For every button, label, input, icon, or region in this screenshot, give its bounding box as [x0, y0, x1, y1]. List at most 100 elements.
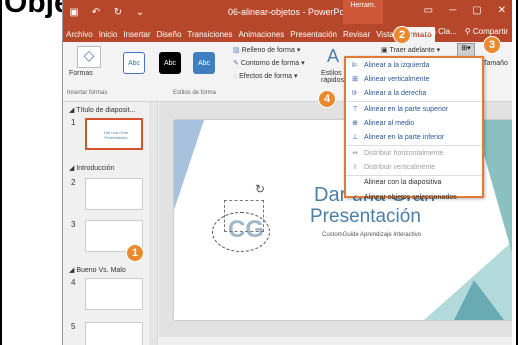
shape-fill-button[interactable]: ▨ Relleno de forma ▾: [233, 46, 300, 54]
shapes-label: Formas: [69, 70, 93, 77]
shape-styles-group-label: Estilos de forma: [173, 90, 217, 96]
rotate-handle-icon[interactable]: ↻: [255, 182, 265, 196]
slide-number: 3: [71, 220, 76, 229]
align-right-icon: ⊪: [351, 90, 359, 97]
align-menu-item-2[interactable]: ⊪ Alinear a la derecha: [350, 89, 426, 98]
section-title-slide[interactable]: ◢ Título de diaposit...: [69, 106, 135, 114]
align-menu-item-label: Alinear en la parte superior: [364, 105, 449, 113]
tab-insertar[interactable]: Insertar: [120, 27, 153, 42]
slide-thumbnails-pane: ◢ Título de diaposit... 1 Dar una Gran P…: [63, 102, 158, 345]
person-icon: ⚲: [464, 27, 471, 36]
section-label: Título de diaposit...: [76, 107, 136, 114]
step-badge-1: 1: [126, 244, 144, 262]
shape-effects-label: Efectos de forma: [239, 73, 293, 80]
tab-inicio[interactable]: Inicio: [96, 27, 121, 42]
align-menu-item-6: ⇹ Distribuir horizontalmente: [350, 149, 444, 158]
thumbnails-scrollbar[interactable]: [149, 102, 157, 345]
slide-thumbnail-1[interactable]: Dar una Gran Presentación: [85, 118, 143, 150]
style-swatch-black[interactable]: Abc: [159, 52, 181, 74]
tab-animaciones[interactable]: Animaciones: [235, 27, 287, 42]
align-menu-item-label: Alinear con la diapositiva: [364, 179, 442, 186]
align-menu-item-label: Alinear a la izquierda: [364, 61, 430, 69]
slide-subtitle[interactable]: CustomGuide Aprendizaje Interactivo: [322, 232, 421, 238]
share-button[interactable]: ⚲ Compartir: [465, 27, 508, 36]
account-area: 💡Kayla Cla...⚲ Compartir: [398, 27, 508, 36]
align-center-v-icon: ⊞: [352, 76, 358, 83]
step-badge-2: 2: [393, 26, 411, 44]
selected-logo-frame[interactable]: [224, 200, 264, 232]
redo-icon[interactable]: ↻: [107, 7, 129, 18]
align-menu-item-label: Distribuir horizontalmente: [364, 149, 444, 157]
align-left-icon: ⊫: [351, 62, 359, 69]
undo-icon[interactable]: ↶: [85, 7, 107, 18]
align-menu-item-label: Alinear objetos seleccionados: [364, 193, 457, 201]
shapes-icon[interactable]: ◇: [77, 46, 101, 68]
section-introduction[interactable]: ◢ Introducción: [69, 164, 114, 172]
shape-fill-label: Relleno de forma: [241, 47, 295, 54]
slide-number: 2: [71, 178, 76, 187]
shape-outline-button[interactable]: ✎ Contorno de forma ▾: [233, 59, 305, 67]
menu-separator: [346, 145, 482, 146]
bring-forward-label: Traer adelante: [389, 47, 435, 54]
pen-icon: ✎: [233, 60, 239, 67]
bring-forward-button[interactable]: ▣ Traer adelante ▾: [381, 46, 440, 54]
user-name[interactable]: Kayla Cla...: [416, 27, 457, 36]
restore-button[interactable]: ▢: [472, 5, 481, 16]
minimize-button[interactable]: ─: [449, 5, 456, 16]
drawing-tools-tag: Herram.: [343, 0, 383, 24]
size-button[interactable]: Tamaño: [483, 60, 508, 67]
step-badge-4: 4: [318, 90, 336, 108]
frame-left-border: [0, 0, 2, 345]
thumb-title: Dar una Gran Presentación: [103, 130, 129, 140]
shape-outline-label: Contorno de forma: [240, 60, 300, 67]
section-good-vs-bad[interactable]: ◢ Bueno Vs. Malo: [69, 266, 126, 274]
tab-revisar[interactable]: Revisar: [340, 27, 373, 42]
slide-thumbnail-4[interactable]: [85, 278, 143, 310]
slide-number: 4: [71, 278, 76, 287]
section-label: Bueno Vs. Malo: [76, 267, 126, 274]
align-menu-item-0[interactable]: ⊫ Alinear a la izquierda: [350, 61, 430, 70]
align-menu-item-9[interactable]: ✓ Alinear objetos seleccionados: [350, 193, 457, 202]
ribbon-tabs: Archivo Inicio Insertar Diseño Transiciones A…: [63, 24, 512, 42]
window-title: 06-alinear-objetos - PowerPoint: [228, 7, 355, 17]
align-menu-item-1[interactable]: ⊞ Alinear verticalmente: [350, 75, 429, 84]
align-menu-item-7: ⇳ Distribuir verticalmente: [350, 163, 435, 172]
slide-thumbnail-5[interactable]: [85, 322, 143, 345]
tab-transiciones[interactable]: Transiciones: [184, 27, 235, 42]
tab-diseño[interactable]: Diseño: [154, 27, 185, 42]
tab-presentación[interactable]: Presentación: [287, 27, 340, 42]
wordart-icon[interactable]: A: [327, 46, 339, 67]
align-button[interactable]: ⊞▾: [457, 43, 475, 57]
powerpoint-window: ▣ ↶ ↻ ⌄ 06-alinear-objetos - PowerPoint …: [62, 0, 512, 345]
window-controls: ▭ ─ ▢ ✕: [424, 5, 506, 16]
section-label: Introducción: [76, 165, 115, 172]
checkmark-icon: ✓: [352, 194, 358, 201]
save-icon[interactable]: ▣: [63, 7, 85, 18]
slide-number: 1: [71, 118, 76, 127]
ribbon-display-icon[interactable]: ▭: [424, 5, 433, 16]
customize-qat-icon[interactable]: ⌄: [129, 7, 151, 18]
align-menu-item-label: Alinear en la parte inferior: [364, 133, 445, 141]
style-swatch-outline[interactable]: Abc: [123, 52, 145, 74]
paint-bucket-icon: ▨: [233, 47, 240, 54]
effects-icon: ◌: [233, 73, 238, 80]
menu-separator: [346, 175, 482, 176]
tab-archivo[interactable]: Archivo: [63, 27, 96, 42]
shape-effects-button[interactable]: ◌ Efectos de forma ▾: [233, 72, 298, 80]
align-top-icon: ⊤: [351, 106, 359, 113]
title-bar: ▣ ↶ ↻ ⌄ 06-alinear-objetos - PowerPoint …: [63, 0, 512, 24]
slide-thumbnail-2[interactable]: [85, 178, 143, 210]
style-swatch-blue[interactable]: Abc: [193, 52, 215, 74]
step-badge-3: 3: [483, 36, 501, 54]
bring-forward-icon: ▣: [381, 47, 388, 54]
distribute-h-icon: ⇹: [352, 150, 358, 157]
align-menu-item-8[interactable]: Alinear con la diapositiva: [350, 179, 441, 186]
insert-shapes-group-label: Insertar formas: [67, 90, 108, 96]
slide-title-line2[interactable]: Presentación: [310, 206, 421, 228]
align-menu-item-5[interactable]: ⊥ Alinear en la parte inferior: [350, 133, 445, 142]
close-button[interactable]: ✕: [498, 5, 506, 16]
menu-separator: [346, 101, 482, 102]
align-menu-item-3[interactable]: ⊤ Alinear en la parte superior: [350, 105, 449, 114]
align-menu-item-4[interactable]: ⊕ Alinear al medio: [350, 119, 414, 128]
status-bar: [159, 337, 512, 345]
